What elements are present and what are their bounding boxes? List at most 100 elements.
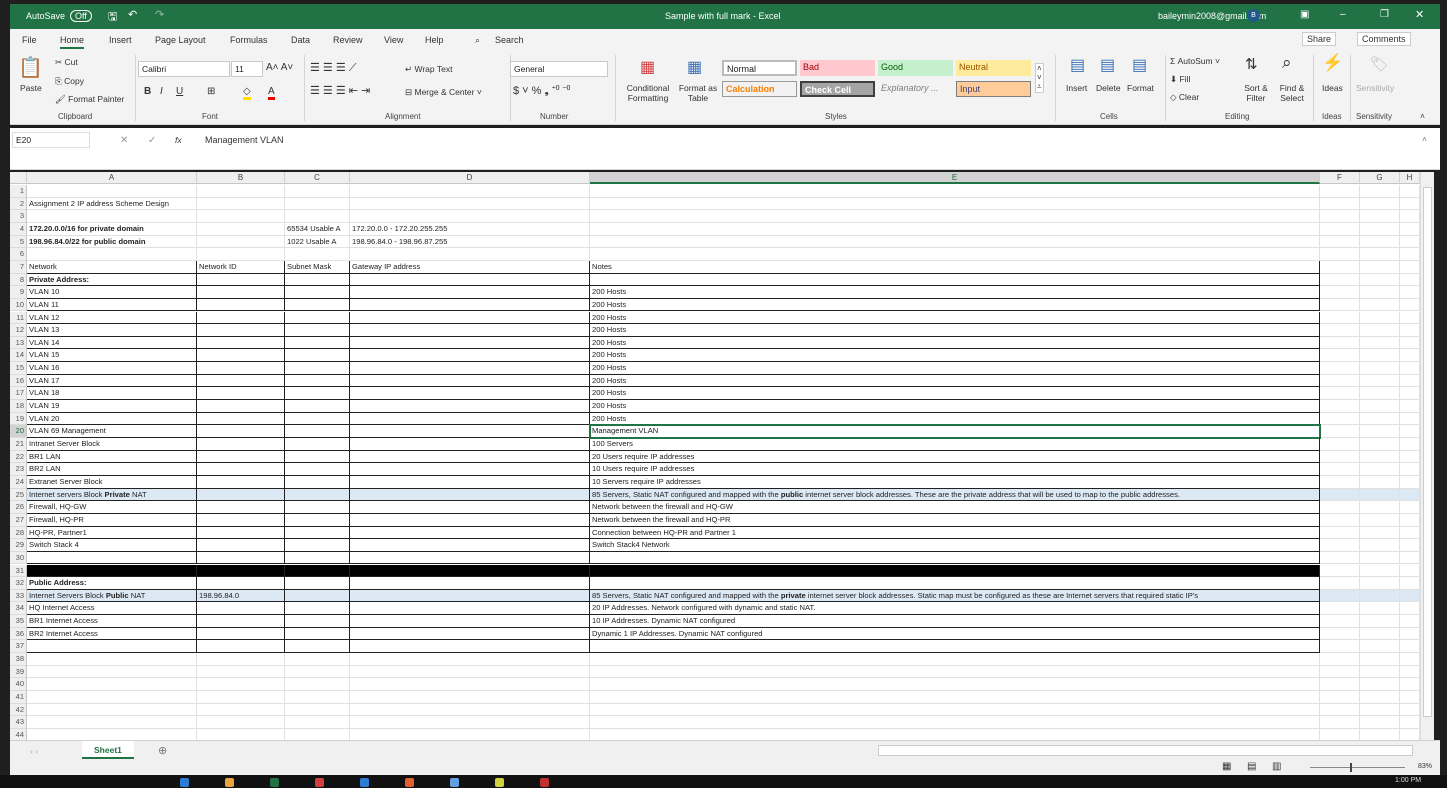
cell-D23[interactable] bbox=[350, 463, 590, 476]
cell-F7[interactable] bbox=[1320, 260, 1360, 274]
cell-C17[interactable] bbox=[285, 387, 350, 401]
row-header[interactable]: 25 bbox=[10, 488, 27, 502]
cell-A34[interactable]: HQ Internet Access bbox=[27, 602, 197, 616]
cell-G17[interactable] bbox=[1360, 387, 1400, 401]
cell-C28[interactable] bbox=[285, 526, 350, 540]
cell-G21[interactable] bbox=[1360, 438, 1400, 451]
expand-formula-icon[interactable]: ˄ bbox=[1422, 134, 1427, 144]
cell-H32[interactable] bbox=[1400, 577, 1420, 590]
cell-A29[interactable]: Switch Stack 4 bbox=[27, 539, 197, 552]
cell-C5[interactable]: 1022 Usable A bbox=[285, 235, 350, 249]
cell-G43[interactable] bbox=[1360, 716, 1400, 729]
cell-E23[interactable]: 10 Users require IP addresses bbox=[590, 463, 1320, 476]
cell-F42[interactable] bbox=[1320, 703, 1360, 717]
cell-H7[interactable] bbox=[1400, 260, 1420, 274]
cell-H9[interactable] bbox=[1400, 286, 1420, 299]
cell-G15[interactable] bbox=[1360, 362, 1400, 375]
cell-D26[interactable] bbox=[350, 501, 590, 514]
autosave-toggle[interactable]: Off bbox=[70, 10, 92, 22]
row-header[interactable]: 4 bbox=[10, 222, 27, 236]
cell-G14[interactable] bbox=[1360, 349, 1400, 363]
cell-H41[interactable] bbox=[1400, 691, 1420, 704]
cell-C20[interactable] bbox=[285, 425, 350, 438]
cell-A23[interactable]: BR2 LAN bbox=[27, 463, 197, 476]
row-header[interactable]: 32 bbox=[10, 577, 27, 590]
ideas-button[interactable]: Ideas bbox=[1322, 83, 1343, 93]
cell-A31[interactable] bbox=[27, 564, 197, 578]
cell-C10[interactable] bbox=[285, 298, 350, 312]
bold-button[interactable]: B bbox=[144, 86, 151, 97]
cell-E2[interactable] bbox=[590, 197, 1320, 211]
cell-A8[interactable]: Private Address: bbox=[27, 273, 197, 287]
cell-C6[interactable] bbox=[285, 248, 350, 261]
cell-G18[interactable] bbox=[1360, 400, 1400, 413]
cell-A1[interactable] bbox=[27, 185, 197, 198]
style-normal[interactable]: Normal bbox=[722, 60, 797, 76]
column-header-F[interactable]: F bbox=[1320, 172, 1360, 184]
cell-F32[interactable] bbox=[1320, 577, 1360, 590]
cell-F28[interactable] bbox=[1320, 526, 1360, 540]
search-icon[interactable]: ⌕ bbox=[475, 35, 480, 46]
cell-G44[interactable] bbox=[1360, 728, 1400, 740]
cell-F15[interactable] bbox=[1320, 362, 1360, 375]
row-header[interactable]: 28 bbox=[10, 526, 27, 540]
cell-A12[interactable]: VLAN 13 bbox=[27, 324, 197, 337]
cell-C42[interactable] bbox=[285, 703, 350, 717]
cell-B20[interactable] bbox=[197, 425, 285, 438]
cell-D9[interactable] bbox=[350, 286, 590, 299]
row-header[interactable]: 36 bbox=[10, 627, 27, 641]
cell-B21[interactable] bbox=[197, 438, 285, 451]
taskbar-app-icon[interactable] bbox=[450, 778, 459, 787]
taskbar-app-icon[interactable] bbox=[540, 778, 549, 787]
cell-C19[interactable] bbox=[285, 412, 350, 426]
cell-D32[interactable] bbox=[350, 577, 590, 590]
ideas-icon[interactable]: ⚡ bbox=[1322, 53, 1343, 73]
cell-D4[interactable]: 172.20.0.0 - 172.20.255.255 bbox=[350, 222, 590, 236]
cell-H18[interactable] bbox=[1400, 400, 1420, 413]
cell-D34[interactable] bbox=[350, 602, 590, 616]
style-bad[interactable]: Bad bbox=[800, 60, 875, 76]
cell-B22[interactable] bbox=[197, 450, 285, 464]
cell-H15[interactable] bbox=[1400, 362, 1420, 375]
row-header[interactable]: 3 bbox=[10, 210, 27, 223]
style-neutral[interactable]: Neutral bbox=[956, 60, 1031, 76]
font-grow-shrink[interactable]: A˄ A˅ bbox=[266, 62, 293, 73]
format-painter-button[interactable]: 🖌 Format Painter bbox=[55, 94, 124, 105]
cell-G9[interactable] bbox=[1360, 286, 1400, 299]
cell-F20[interactable] bbox=[1320, 425, 1360, 438]
cell-B36[interactable] bbox=[197, 627, 285, 641]
zoom-level[interactable]: 83% bbox=[1418, 763, 1432, 770]
cell-B8[interactable] bbox=[197, 273, 285, 287]
cell-D10[interactable] bbox=[350, 298, 590, 312]
fill-color-icon[interactable]: ◇ bbox=[243, 86, 251, 100]
cell-E18[interactable]: 200 Hosts bbox=[590, 400, 1320, 413]
cell-G2[interactable] bbox=[1360, 197, 1400, 211]
row-header[interactable]: 15 bbox=[10, 362, 27, 375]
cell-B44[interactable] bbox=[197, 728, 285, 740]
cell-C36[interactable] bbox=[285, 627, 350, 641]
cell-B29[interactable] bbox=[197, 539, 285, 552]
cell-B40[interactable] bbox=[197, 678, 285, 691]
row-header[interactable]: 1 bbox=[10, 185, 27, 198]
align-horizontal-icons[interactable]: ☰ ☰ ☰ ⇤ ⇥ bbox=[310, 84, 370, 97]
cell-F5[interactable] bbox=[1320, 235, 1360, 249]
cell-G13[interactable] bbox=[1360, 336, 1400, 350]
cell-F13[interactable] bbox=[1320, 336, 1360, 350]
cell-D18[interactable] bbox=[350, 400, 590, 413]
cell-A17[interactable]: VLAN 18 bbox=[27, 387, 197, 401]
cell-F25[interactable] bbox=[1320, 488, 1360, 502]
number-format-icons[interactable]: $ ˅ % ❟ ⁺⁰ ⁻⁰ bbox=[513, 85, 570, 98]
cell-G12[interactable] bbox=[1360, 324, 1400, 337]
cell-B26[interactable] bbox=[197, 501, 285, 514]
cell-E9[interactable]: 200 Hosts bbox=[590, 286, 1320, 299]
cell-D14[interactable] bbox=[350, 349, 590, 363]
cell-F37[interactable] bbox=[1320, 640, 1360, 654]
cell-D7[interactable]: Gateway IP address bbox=[350, 260, 590, 274]
cell-E20[interactable]: Management VLAN bbox=[589, 424, 1321, 439]
cell-E33[interactable]: 85 Servers, Static NAT configured and ma… bbox=[590, 589, 1320, 603]
cell-G16[interactable] bbox=[1360, 374, 1400, 388]
cell-A18[interactable]: VLAN 19 bbox=[27, 400, 197, 413]
taskbar-app-icon[interactable] bbox=[495, 778, 504, 787]
cell-B34[interactable] bbox=[197, 602, 285, 616]
row-header[interactable]: 17 bbox=[10, 387, 27, 401]
